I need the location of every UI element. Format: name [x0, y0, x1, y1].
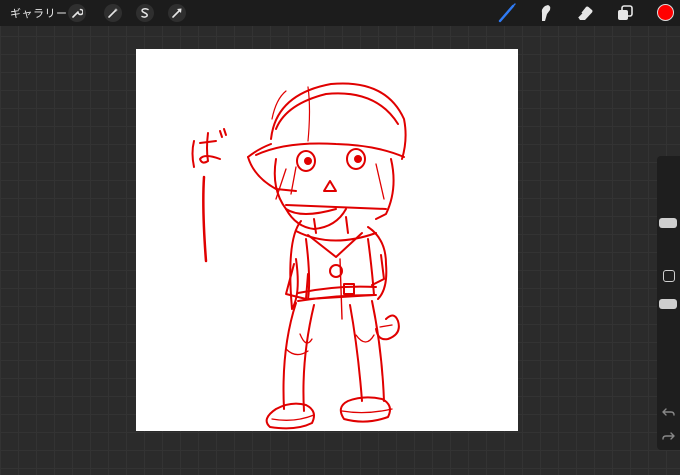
top-toolbar: ギャラリー: [0, 0, 680, 26]
layers-icon[interactable]: [614, 2, 636, 24]
eraser-icon[interactable]: [574, 2, 596, 24]
redo-icon[interactable]: [662, 428, 675, 441]
brush-icon[interactable]: [496, 2, 518, 24]
drawing-canvas[interactable]: [136, 49, 518, 431]
magic-wand-icon[interactable]: [104, 4, 122, 22]
wrench-icon[interactable]: [68, 4, 86, 22]
smudge-icon[interactable]: [535, 2, 557, 24]
modify-button[interactable]: [663, 270, 675, 282]
side-panel: [657, 156, 680, 450]
opacity-slider[interactable]: [659, 299, 677, 309]
undo-icon[interactable]: [662, 404, 675, 417]
brush-size-slider[interactable]: [659, 218, 677, 228]
arrow-cursor-icon[interactable]: [168, 4, 186, 22]
color-picker-button[interactable]: [657, 4, 674, 21]
gallery-button[interactable]: ギャラリー: [10, 5, 68, 21]
sketch-drawing: [191, 82, 407, 430]
selection-s-icon[interactable]: [136, 4, 154, 22]
